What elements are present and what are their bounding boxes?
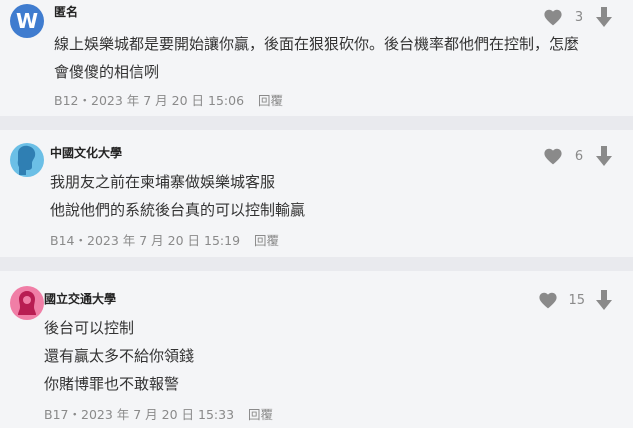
like-count: 3 (574, 9, 584, 25)
meta-separator: ・ (68, 407, 81, 422)
comment-actions: 15 (538, 289, 613, 311)
avatar[interactable] (10, 286, 44, 320)
comment-floor: B14 (50, 233, 75, 248)
comment-actions: 3 (543, 6, 613, 28)
arrow-down-icon[interactable] (595, 7, 613, 27)
comment-card: 中國文化大學 我朋友之前在柬埔寨做娛樂城客服 他說他們的系統後台真的可以控制輸贏… (0, 130, 633, 257)
school-avatar-icon (17, 145, 36, 175)
school-avatar-icon (18, 291, 36, 315)
comment-text-line: 你賭博罪也不敢報警 (44, 375, 180, 393)
reply-button[interactable]: 回覆 (248, 407, 273, 422)
comment-datetime: 2023 年 7 月 20 日 15:19 (87, 233, 241, 248)
comment-actions: 6 (543, 145, 613, 167)
comment-meta: B14・2023 年 7 月 20 日 15:19 回覆 (50, 230, 279, 249)
comment-author[interactable]: 國立交通大學 (44, 290, 116, 307)
comment-floor: B12 (54, 93, 79, 108)
comment-meta: B12・2023 年 7 月 20 日 15:06 回覆 (54, 90, 283, 109)
arrow-down-icon[interactable] (595, 146, 613, 166)
comment-text-line: 後台可以控制 (44, 319, 135, 337)
comment-card: W 匿名 線上娛樂城都是要開始讓你贏，後面在狠狠砍你。後台機率都他們在控制，怎麼… (0, 0, 633, 116)
reply-button[interactable]: 回覆 (254, 233, 279, 248)
comment-floor: B17 (44, 407, 69, 422)
heart-icon[interactable] (543, 147, 563, 165)
comment-card: 國立交通大學 後台可以控制 還有贏太多不給你領錢 你賭博罪也不敢報警 B17・2… (0, 271, 633, 428)
comment-datetime: 2023 年 7 月 20 日 15:06 (91, 93, 245, 108)
comment-text-line: 會傻傻的相信咧 (54, 63, 160, 81)
avatar[interactable] (10, 143, 44, 177)
comment-meta: B17・2023 年 7 月 20 日 15:33 回覆 (44, 404, 273, 423)
comment-datetime: 2023 年 7 月 20 日 15:33 (81, 407, 235, 422)
comment-author[interactable]: 匿名 (54, 3, 78, 20)
meta-separator: ・ (78, 93, 91, 108)
comment-text-line: 線上娛樂城都是要開始讓你贏，後面在狠狠砍你。後台機率都他們在控制，怎麼 (54, 35, 580, 53)
comment-author[interactable]: 中國文化大學 (50, 144, 122, 161)
arrow-down-icon[interactable] (595, 290, 613, 310)
avatar[interactable]: W (10, 4, 44, 38)
meta-separator: ・ (74, 233, 87, 248)
comment-text-line: 還有贏太多不給你領錢 (44, 347, 195, 365)
like-count: 15 (568, 292, 585, 308)
comment-text-line: 我朋友之前在柬埔寨做娛樂城客服 (50, 173, 276, 191)
heart-icon[interactable] (538, 291, 558, 309)
heart-icon[interactable] (543, 8, 563, 26)
reply-button[interactable]: 回覆 (258, 93, 283, 108)
like-count: 6 (574, 148, 584, 164)
avatar-letter: W (15, 9, 39, 33)
comment-text-line: 他說他們的系統後台真的可以控制輸贏 (50, 201, 306, 219)
